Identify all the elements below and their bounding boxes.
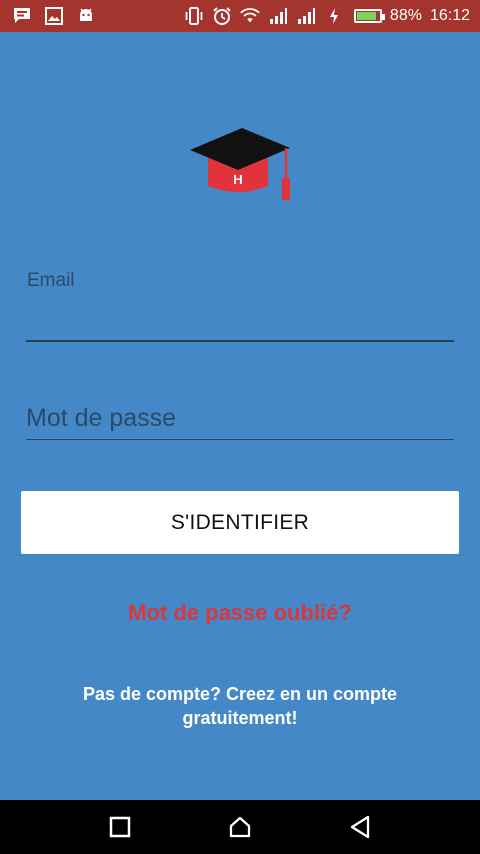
home-button[interactable]	[216, 808, 264, 846]
battery-percent: 88%	[389, 7, 422, 24]
login-screen: H Email S'IDENTIFIER Mot de passe oublié…	[0, 32, 480, 800]
back-icon	[350, 815, 370, 839]
signin-button[interactable]: S'IDENTIFIER	[21, 491, 459, 554]
email-field[interactable]	[26, 298, 454, 342]
app-logo: H	[186, 122, 294, 208]
wifi-icon	[240, 6, 260, 26]
alarm-icon	[212, 6, 232, 26]
logo-letter: H	[233, 172, 242, 187]
email-label: Email	[27, 270, 75, 291]
status-bar: 88% 16:12	[0, 0, 480, 32]
password-field[interactable]	[26, 398, 454, 440]
home-icon	[229, 816, 251, 838]
message-icon	[12, 6, 32, 26]
image-icon	[44, 6, 64, 26]
battery-level	[356, 12, 377, 20]
battery-icon	[353, 9, 385, 23]
back-button[interactable]	[336, 808, 384, 846]
signal-icon	[268, 6, 288, 26]
forgot-password-link[interactable]: Mot de passe oublié?	[0, 600, 480, 626]
status-bar-system: 88% 16:12	[184, 6, 470, 26]
charging-icon	[324, 6, 344, 26]
recents-icon	[109, 816, 131, 838]
navigation-bar	[0, 800, 480, 854]
vibrate-icon	[184, 6, 204, 26]
signup-link[interactable]: Pas de compte? Creez en un compte gratui…	[60, 682, 420, 730]
graduation-cap-icon: H	[190, 128, 290, 200]
status-bar-notifications	[12, 6, 96, 26]
android-icon	[76, 6, 96, 26]
clock: 16:12	[429, 7, 470, 24]
recents-button[interactable]	[96, 808, 144, 846]
signal-icon	[296, 6, 316, 26]
